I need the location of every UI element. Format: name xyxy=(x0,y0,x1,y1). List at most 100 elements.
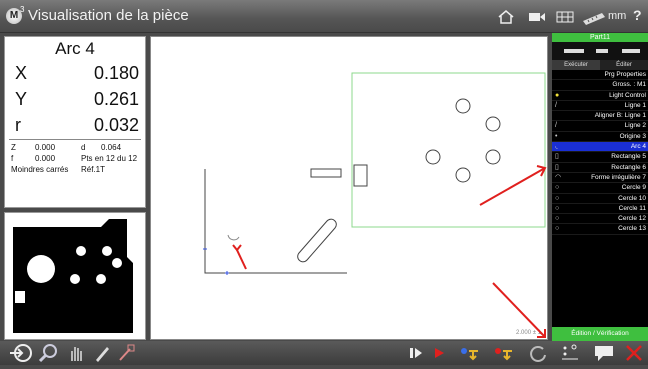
bar-indicator-2 xyxy=(596,49,608,53)
circle-10 xyxy=(485,116,501,132)
program-step-label: Cercle 10 xyxy=(618,194,646,202)
point-cloud-icon[interactable] xyxy=(560,343,582,369)
grid-icon[interactable] xyxy=(556,9,574,29)
part-silhouette xyxy=(13,219,133,333)
unit-label[interactable]: mm xyxy=(608,10,626,22)
construct-icon[interactable] xyxy=(116,343,138,369)
mode-tabs: Exécuter Éditer xyxy=(552,60,648,70)
circle-9 xyxy=(455,98,471,114)
circle-icon: ○ xyxy=(555,204,560,212)
pencil-icon[interactable] xyxy=(92,343,112,369)
bulb-icon: ● xyxy=(555,91,560,99)
y-label: Y xyxy=(15,89,28,109)
bar-indicator-1 xyxy=(564,49,584,53)
d-label: d xyxy=(81,143,86,152)
d-value: 0.064 xyxy=(101,143,122,152)
r-label: r xyxy=(15,115,21,135)
freeform-slot xyxy=(297,218,337,263)
video-icon[interactable] xyxy=(528,9,546,29)
title-bar: M 3 Visualisation de la pièce mm ? xyxy=(0,0,648,33)
program-step-row[interactable]: Prg Properties xyxy=(552,70,648,81)
scale-label: 2.000 ± 1 xyxy=(516,330,541,336)
program-step-row[interactable]: Gross. : M1 xyxy=(552,80,648,91)
redo-circle-icon[interactable] xyxy=(528,343,548,369)
points-count: Pts en 12 du 12 xyxy=(81,154,138,163)
program-step-row[interactable]: ○ Cercle 12 xyxy=(552,214,648,225)
window-title: Visualisation de la pièce xyxy=(28,7,189,24)
part-drawing xyxy=(203,72,546,275)
comment-icon[interactable] xyxy=(593,343,615,369)
toolbar-bars xyxy=(552,42,648,60)
red-arrowhead-canvas xyxy=(232,244,242,252)
program-step-row[interactable]: ▯ Rectangle 5 xyxy=(552,152,648,163)
enter-point-blue-icon[interactable] xyxy=(458,343,480,369)
y-value: 0.261 xyxy=(93,89,139,109)
part-thumbnail[interactable] xyxy=(4,212,146,340)
bottom-toolbar xyxy=(0,341,648,365)
measurement-region xyxy=(351,72,546,228)
hand-icon[interactable] xyxy=(66,343,86,369)
part-view-canvas[interactable]: 2.000 ± 1 xyxy=(150,36,548,340)
line-icon: / xyxy=(555,101,557,109)
rectangle-icon: ▯ xyxy=(555,153,559,161)
program-step-row[interactable]: / Ligne 1 xyxy=(552,101,648,112)
help-button[interactable]: ? xyxy=(633,7,642,23)
tab-edit[interactable]: Éditer xyxy=(600,60,648,70)
zoom-icon[interactable] xyxy=(38,343,60,369)
program-step-row[interactable]: ○ Cercle 13 xyxy=(552,224,648,235)
program-step-row[interactable]: ◠ Forme irrégulière 7 xyxy=(552,173,648,184)
fit-method: Moindres carrés xyxy=(11,165,69,174)
readout-divider xyxy=(9,139,141,140)
rectangle-6 xyxy=(353,164,368,187)
bar-indicator-3 xyxy=(622,49,640,53)
tab-execute[interactable]: Exécuter xyxy=(552,60,600,70)
program-step-label: Rectangle 6 xyxy=(611,163,646,171)
home-icon[interactable] xyxy=(497,9,515,29)
program-step-label: Ligne 2 xyxy=(624,122,646,130)
part-edge-lines xyxy=(204,169,347,274)
arc-icon: ◟ xyxy=(555,143,558,151)
program-step-label: Arc 4 xyxy=(630,143,646,151)
readout-panel: Arc 4 X 0.180 Y 0.261 r 0.032 Z 0.000 d … xyxy=(4,36,146,208)
program-step-row[interactable]: ○ Cercle 9 xyxy=(552,183,648,194)
rectangle-icon: ▯ xyxy=(555,163,559,171)
z-value: 0.000 xyxy=(35,143,56,152)
cancel-icon[interactable] xyxy=(624,343,644,369)
program-step-label: Origine 3 xyxy=(619,132,646,140)
edit-verify-button[interactable]: Édition / Vérification xyxy=(552,327,648,341)
program-step-label: Aligner B: Ligne 1 xyxy=(594,112,646,120)
f-label: f xyxy=(11,154,14,163)
program-step-row[interactable]: ▯ Rectangle 6 xyxy=(552,163,648,173)
program-step-row[interactable]: ○ Cercle 11 xyxy=(552,204,648,215)
ruler-icon[interactable] xyxy=(582,9,606,29)
program-step-row[interactable]: ○ Cercle 10 xyxy=(552,194,648,204)
feature-name: Arc 4 xyxy=(55,39,95,58)
line-icon: / xyxy=(555,122,557,130)
point-icon: • xyxy=(555,132,558,140)
r-value: 0.032 xyxy=(93,115,139,135)
circle-12 xyxy=(485,149,501,165)
program-step-row[interactable]: / Ligne 2 xyxy=(552,121,648,132)
run-step-icon[interactable] xyxy=(408,343,424,369)
z-label: Z xyxy=(11,143,16,152)
program-step-label: Light Control xyxy=(609,91,646,99)
circle-icon: ○ xyxy=(555,194,560,202)
program-step-row[interactable]: • Origine 3 xyxy=(552,132,648,143)
program-step-label: Cercle 13 xyxy=(618,225,646,233)
circle-icon: ○ xyxy=(555,225,560,233)
enter-point-red-icon[interactable] xyxy=(492,343,514,369)
program-step-label: Forme irrégulière 7 xyxy=(591,173,646,181)
play-icon[interactable] xyxy=(432,343,446,369)
program-step-row[interactable]: Aligner B: Ligne 1 xyxy=(552,111,648,122)
circle-11 xyxy=(425,149,441,165)
program-step-label: Ligne 1 xyxy=(624,101,646,109)
program-step-row[interactable]: ◟ Arc 4 xyxy=(552,142,648,153)
part-name[interactable]: Part11 xyxy=(552,33,648,42)
program-step-row[interactable]: ● Light Control xyxy=(552,91,648,101)
arc-4 xyxy=(227,234,240,241)
program-step-label: Rectangle 5 xyxy=(611,153,646,161)
red-arrow-canvas xyxy=(236,249,247,270)
x-value: 0.180 xyxy=(93,63,139,83)
measure-icon[interactable] xyxy=(8,343,34,369)
freeform-icon: ◠ xyxy=(555,173,562,181)
